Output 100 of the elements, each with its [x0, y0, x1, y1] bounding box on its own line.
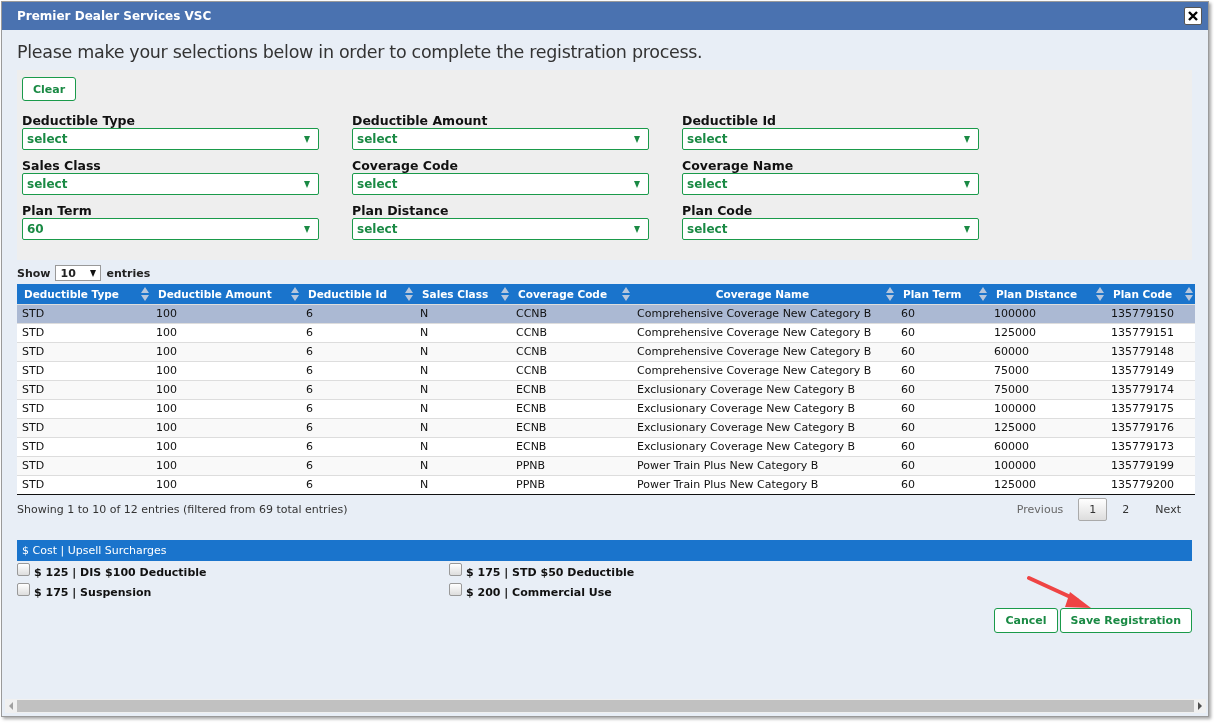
cancel-button[interactable]: Cancel: [994, 607, 1058, 633]
checkbox[interactable]: [449, 582, 462, 596]
table-row[interactable]: STD 100 6 N ECNB Exclusionary Coverage New Category B 60 100000 135779175: [17, 399, 1195, 418]
table-cell: ECNB: [511, 399, 632, 418]
table-row[interactable]: STD 100 6 N ECNB Exclusionary Coverage New Category B 60 125000 135779176: [17, 418, 1195, 437]
scroll-thumb[interactable]: [17, 700, 1194, 712]
table-cell: CCNB: [511, 323, 632, 342]
table-cell: 100: [151, 304, 301, 323]
table-cell: N: [415, 399, 511, 418]
table-cell: 60: [896, 437, 989, 456]
next-link[interactable]: Next: [1144, 498, 1192, 521]
filter-dropdown[interactable]: select: [682, 218, 979, 240]
table-cell: 75000: [989, 380, 1106, 399]
column-header[interactable]: Plan Code: [1106, 284, 1195, 304]
table-cell: STD: [17, 456, 151, 475]
filter-label: Plan Code: [682, 203, 754, 218]
save-button[interactable]: Save Registration: [1059, 607, 1192, 633]
table-cell: STD: [17, 399, 151, 418]
option-label: $ 175 | STD $50 Deductible: [466, 565, 635, 579]
column-header[interactable]: Coverage Code: [511, 284, 632, 304]
table-row[interactable]: STD 100 6 N ECNB Exclusionary Coverage New Category B 60 60000 135779173: [17, 437, 1195, 456]
previous-link[interactable]: Previous: [1005, 498, 1075, 521]
table-cell: 6: [301, 304, 415, 323]
sort-icon: [886, 286, 894, 301]
table-cell: N: [415, 361, 511, 380]
filter-label: Sales Class: [22, 158, 102, 173]
instruction-text: Please make your selections below in order to complete the registration process.: [17, 41, 704, 64]
table-row[interactable]: STD 100 6 N CCNB Comprehensive Coverage New Category B 60 125000 135779151: [17, 323, 1195, 342]
table-row[interactable]: STD 100 6 N CCNB Comprehensive Coverage New Category B 60 75000 135779149: [17, 361, 1195, 380]
filter-dropdown[interactable]: select: [682, 128, 979, 150]
table-cell: 135779174: [1106, 380, 1195, 399]
dropdown-arrow-icon: [634, 180, 640, 188]
sort-icon: [141, 286, 149, 301]
dropdown-arrow-icon: [634, 135, 640, 143]
sort-icon: [1096, 286, 1104, 301]
show-label: Show: [17, 266, 51, 280]
entries-dropdown[interactable]: 10: [55, 265, 102, 281]
table-cell: STD: [17, 342, 151, 361]
dropdown-arrow-icon: [634, 225, 640, 233]
column-header[interactable]: Plan Term: [896, 284, 989, 304]
filter-label: Plan Term: [22, 203, 93, 218]
sort-icon: [291, 286, 299, 301]
option-label: $ 125 | DIS $100 Deductible: [34, 565, 207, 579]
filter-dropdown[interactable]: select: [22, 173, 319, 195]
table-cell: 125000: [989, 418, 1106, 437]
filter-dropdown[interactable]: 60: [22, 218, 319, 240]
table-cell: 125000: [989, 323, 1106, 342]
table-cell: Exclusionary Coverage New Category B: [632, 399, 896, 418]
filter-dropdown[interactable]: select: [682, 173, 979, 195]
table-cell: 135779175: [1106, 399, 1195, 418]
table-cell: N: [415, 418, 511, 437]
table-cell: N: [415, 323, 511, 342]
table-cell: 60: [896, 361, 989, 380]
table-cell: N: [415, 380, 511, 399]
horizontal-scrollbar[interactable]: [5, 699, 1206, 713]
table-cell: 60: [896, 399, 989, 418]
dropdown-arrow-icon: [964, 135, 970, 143]
table-cell: Power Train Plus New Category B: [632, 475, 896, 494]
table-cell: N: [415, 456, 511, 475]
sort-icon: [501, 286, 509, 301]
checkbox[interactable]: [17, 562, 30, 576]
page-link[interactable]: 1: [1078, 498, 1108, 521]
filter-dropdown[interactable]: select: [352, 173, 649, 195]
window-title: Premier Dealer Services VSC: [17, 9, 212, 23]
filter-dropdown[interactable]: select: [352, 128, 649, 150]
filter-dropdown[interactable]: select: [352, 218, 649, 240]
table-cell: 75000: [989, 361, 1106, 380]
column-header[interactable]: Deductible Amount: [151, 284, 301, 304]
table-cell: 60000: [989, 437, 1106, 456]
table-row[interactable]: STD 100 6 N CCNB Comprehensive Coverage New Category B 60 100000 135779150: [17, 304, 1195, 323]
close-button[interactable]: [1184, 7, 1202, 25]
table-cell: 6: [301, 475, 415, 494]
column-header[interactable]: Deductible Type: [17, 284, 151, 304]
table-row[interactable]: STD 100 6 N PPNB Power Train Plus New Category B 60 100000 135779199: [17, 456, 1195, 475]
checkbox[interactable]: [17, 582, 30, 596]
table-cell: 6: [301, 418, 415, 437]
filter-dropdown[interactable]: select: [22, 128, 319, 150]
filter-label: Deductible Amount: [352, 113, 489, 128]
column-header[interactable]: Coverage Name: [632, 284, 896, 304]
table-row[interactable]: STD 100 6 N CCNB Comprehensive Coverage New Category B 60 60000 135779148: [17, 342, 1195, 361]
dropdown-arrow-icon: [964, 180, 970, 188]
table-row[interactable]: STD 100 6 N PPNB Power Train Plus New Category B 60 125000 135779200: [17, 475, 1195, 494]
table-cell: Comprehensive Coverage New Category B: [632, 361, 896, 380]
column-header[interactable]: Deductible Id: [301, 284, 415, 304]
page-link[interactable]: 2: [1111, 498, 1141, 521]
table-cell: 100: [151, 361, 301, 380]
table-cell: 100: [151, 342, 301, 361]
table-cell: Exclusionary Coverage New Category B: [632, 418, 896, 437]
table-cell: 60: [896, 456, 989, 475]
column-header[interactable]: Sales Class: [415, 284, 511, 304]
table-cell: 60: [896, 342, 989, 361]
dropdown-arrow-icon: [304, 135, 310, 143]
table-cell: 135779149: [1106, 361, 1195, 380]
filter-label: Deductible Id: [682, 113, 778, 128]
table-cell: 135779173: [1106, 437, 1195, 456]
clear-button[interactable]: Clear: [22, 77, 77, 101]
checkbox[interactable]: [449, 562, 462, 576]
table-row[interactable]: STD 100 6 N ECNB Exclusionary Coverage New Category B 60 75000 135779174: [17, 380, 1195, 399]
column-header[interactable]: Plan Distance: [989, 284, 1106, 304]
table-cell: STD: [17, 304, 151, 323]
